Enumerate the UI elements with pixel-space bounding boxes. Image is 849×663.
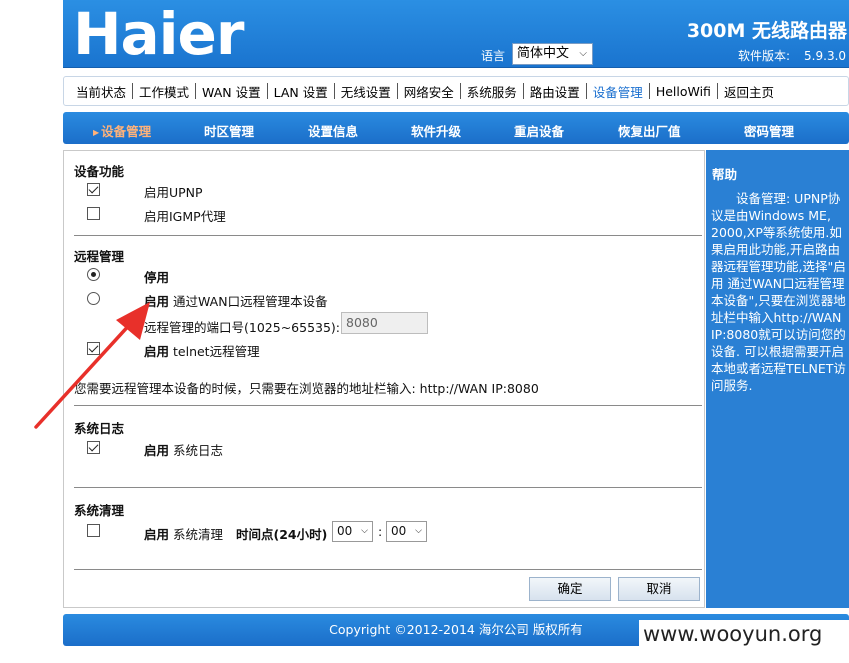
chevron-down-icon: ⌵ [415, 526, 422, 536]
cleanup-minute-select[interactable]: 00 ⌵ [386, 521, 427, 542]
subnav-settings-info[interactable]: 设置信息 [308, 121, 358, 140]
remote-port-input[interactable]: 8080 [341, 312, 428, 334]
remote-disable-label: 停用 [144, 267, 169, 286]
nav-home[interactable]: 返回主页 [718, 82, 780, 101]
syslog-enable-text: 启用 [144, 443, 170, 458]
subnav-factory-reset[interactable]: 恢复出厂值 [618, 121, 681, 140]
language-select-value: 简体中文 [517, 46, 570, 61]
section-title-remote: 远程管理 [74, 249, 125, 264]
top-nav: 当前状态 工作模式 WAN 设置 LAN 设置 无线设置 网络安全 系统服务 路… [63, 76, 849, 106]
nav-hellowifi[interactable]: HelloWifi [650, 84, 717, 99]
cleanup-hour-select[interactable]: 00 ⌵ [332, 521, 373, 542]
subnav-label: 设备管理 [101, 124, 152, 139]
remote-enable-text: 启用 [144, 294, 170, 309]
sub-nav: ▶ 设备管理 时区管理 设置信息 软件升级 重启设备 恢复出厂值 密码管理 [63, 112, 849, 144]
remote-note: 您需要远程管理本设备的时候，只需要在浏览器的地址栏输入: http://WAN … [74, 381, 539, 396]
subnav-password[interactable]: 密码管理 [744, 121, 794, 140]
remote-port-label: 远程管理的端口号(1025~65535): [144, 320, 341, 335]
minute-value: 00 [391, 524, 407, 538]
subnav-timezone[interactable]: 时区管理 [204, 121, 254, 140]
copyright-text: Copyright ©2012-2014 海尔公司 版权所有 [329, 622, 583, 637]
subnav-reboot[interactable]: 重启设备 [514, 121, 564, 140]
section-title-device-function: 设备功能 [74, 164, 125, 179]
cancel-button[interactable]: 取消 [618, 577, 700, 601]
telnet-label: 启用 telnet远程管理 [144, 341, 260, 360]
triangle-right-icon: ▶ [93, 128, 100, 137]
help-text: 设备管理: UPNP协议是由Windows ME, 2000,XP等系统使用.如… [711, 191, 846, 393]
settings-panel: 设备功能 启用UPNP 启用IGMP代理 远程管理 停用 启用 通过WAN口远程… [63, 150, 705, 608]
telnet-checkbox[interactable] [87, 342, 100, 355]
igmp-label: 启用IGMP代理 [144, 209, 226, 224]
cleanup-label-text: 系统清理 [173, 527, 224, 542]
remote-disable-radio[interactable] [87, 268, 100, 281]
subnav-device-management[interactable]: ▶ 设备管理 [93, 121, 151, 140]
hour-value: 00 [337, 524, 353, 538]
nav-security[interactable]: 网络安全 [398, 82, 460, 101]
cleanup-time-text: 时间点(24小时) [236, 527, 328, 542]
upnp-checkbox[interactable] [87, 183, 100, 196]
upnp-label: 启用UPNP [144, 185, 203, 200]
help-title: 帮助 [712, 167, 738, 182]
chevron-down-icon: ⌵ [361, 526, 368, 536]
syslog-label-text: 系统日志 [173, 443, 224, 458]
nav-work-mode[interactable]: 工作模式 [133, 82, 195, 101]
section-title-cleanup: 系统清理 [74, 503, 125, 518]
telnet-enable-text: 启用 [144, 344, 170, 359]
nav-lan[interactable]: LAN 设置 [268, 82, 334, 101]
haier-logo: Haier [73, 0, 245, 68]
nav-services[interactable]: 系统服务 [461, 82, 523, 101]
igmp-checkbox[interactable] [87, 207, 100, 220]
syslog-label: 启用 系统日志 [144, 440, 223, 459]
remote-enable-desc: 通过WAN口远程管理本设备 [173, 294, 328, 309]
cleanup-checkbox[interactable] [87, 524, 100, 537]
section-divider [74, 569, 702, 570]
section-divider [74, 487, 702, 488]
remote-disable-text: 停用 [144, 270, 170, 285]
software-version: 软件版本: 5.9.3.0 [738, 47, 846, 64]
remote-enable-radio[interactable] [87, 292, 100, 305]
router-admin-page: Haier 300M 无线路由器 语言 简体中文 ⌵ 软件版本: 5.9.3.0 … [0, 0, 849, 663]
section-divider [74, 405, 702, 406]
subnav-firmware-upgrade[interactable]: 软件升级 [411, 121, 461, 140]
section-divider [74, 235, 702, 236]
nav-wan[interactable]: WAN 设置 [196, 82, 267, 101]
telnet-label-text: telnet远程管理 [173, 344, 260, 359]
nav-routing[interactable]: 路由设置 [524, 82, 586, 101]
language-select[interactable]: 简体中文 ⌵ [512, 43, 593, 65]
header-banner: Haier 300M 无线路由器 语言 简体中文 ⌵ 软件版本: 5.9.3.0 [63, 0, 849, 68]
watermark: www.wooyun.org [639, 620, 849, 648]
version-label: 软件版本: [738, 49, 791, 63]
syslog-checkbox[interactable] [87, 441, 100, 454]
nav-status[interactable]: 当前状态 [70, 82, 132, 101]
cleanup-enable-text: 启用 [144, 527, 170, 542]
section-title-syslog: 系统日志 [74, 421, 125, 436]
cleanup-label: 启用 系统清理 [144, 524, 223, 543]
language-label: 语言 [481, 49, 506, 63]
nav-device-management[interactable]: 设备管理 [587, 82, 649, 101]
time-colon: : [378, 524, 383, 539]
product-title: 300M 无线路由器 [686, 20, 847, 42]
version-value: 5.9.3.0 [804, 49, 847, 63]
chevron-down-icon: ⌵ [579, 48, 587, 59]
nav-wireless[interactable]: 无线设置 [335, 82, 397, 101]
cleanup-time-label: 时间点(24小时) [236, 524, 327, 543]
help-panel: 帮助 设备管理: UPNP协议是由Windows ME, 2000,XP等系统使… [706, 150, 849, 608]
remote-enable-label: 启用 通过WAN口远程管理本设备 [144, 291, 328, 310]
ok-button[interactable]: 确定 [529, 577, 611, 601]
